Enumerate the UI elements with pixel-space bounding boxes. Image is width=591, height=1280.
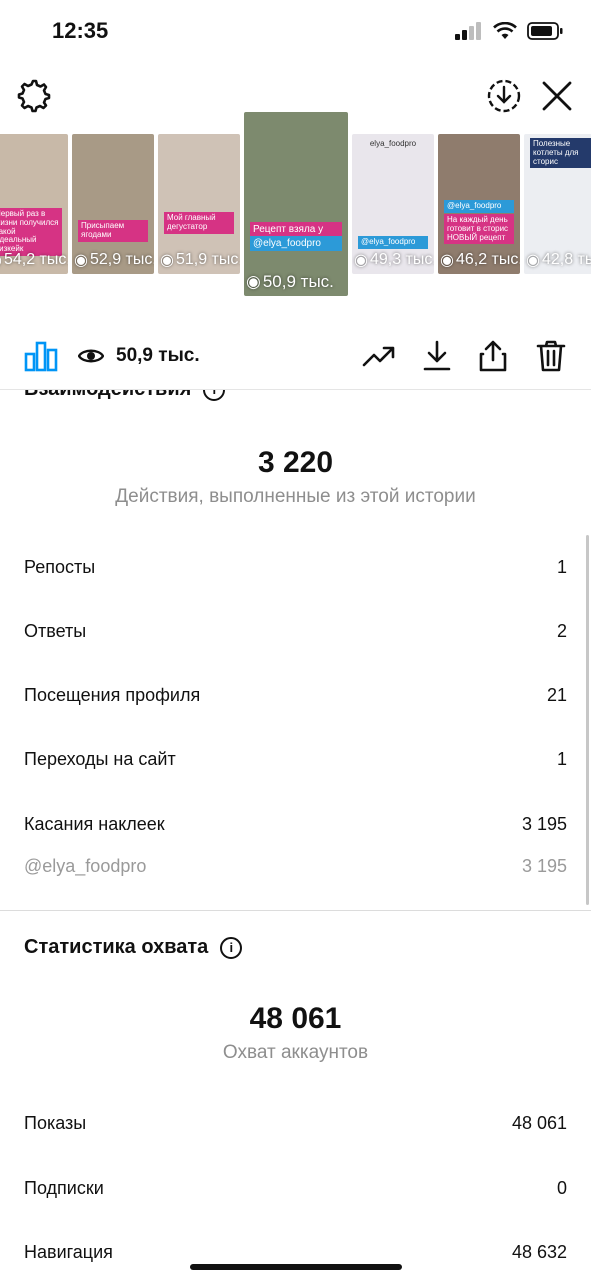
stat-row-navigation: Навигация 48 632 [24, 1242, 567, 1262]
views-count: 50,9 тыс. [78, 338, 200, 374]
bar-chart-icon [24, 341, 58, 372]
stat-row-profile-visits: Посещения профиля 21 [24, 685, 567, 705]
thumb-caption: Мой главный дегустатор [164, 212, 234, 234]
stat-row-impressions: Показы 48 061 [24, 1113, 567, 1133]
eye-icon: ◉ [354, 252, 368, 269]
story-thumb-selected[interactable]: Рецепт взяла у Эли @elya_foodpro ◉50,9 т… [244, 112, 348, 296]
selection-pointer [283, 300, 311, 314]
reach-subtitle: Охват аккаунтов [222, 1042, 369, 1063]
interactions-total: 3 220 [257, 446, 334, 479]
eye-icon: ◉ [440, 252, 454, 269]
interactions-subtitle: Действия, выполненные из этой истории [115, 486, 476, 507]
stat-row-follows: Подписки 0 [24, 1178, 567, 1198]
thumb-caption: elya_foodpro [369, 139, 417, 148]
story-thumb-6[interactable]: @elya_foodpro На каждый день готовит в с… [438, 134, 520, 274]
insights-toolbar: 50,9 тыс. [0, 322, 591, 390]
thumb-tag: @elya_foodpro [358, 236, 428, 249]
download-icon [423, 340, 451, 371]
gear-icon [17, 79, 51, 113]
settings-button[interactable] [16, 78, 52, 114]
home-indicator[interactable] [190, 1264, 402, 1270]
thumb-views: ◉54,2 тыс. [0, 250, 68, 270]
battery-icon [527, 22, 563, 40]
eye-icon: ◉ [526, 252, 540, 269]
insights-tab[interactable] [24, 338, 58, 374]
story-thumb-3[interactable]: Мой главный дегустатор ◉ 51,9 тыс. [158, 134, 240, 274]
download-archive-button[interactable] [486, 78, 522, 114]
trending-up-icon [362, 346, 395, 367]
stat-row-replies: Ответы 2 [24, 621, 567, 641]
thumb-views: ◉ 50,9 тыс. [246, 272, 334, 291]
status-icons [455, 22, 563, 40]
status-time: 12:35 [52, 18, 109, 43]
story-thumb-2[interactable]: Присыпаем ягодами ◉ 52,9 тыс. [72, 134, 154, 274]
thumb-views: ◉ 52,9 тыс. [74, 251, 154, 269]
eye-icon: ◉ [0, 250, 2, 270]
thumb-caption: Присыпаем ягодами [78, 220, 148, 242]
thumb-tag: @elya_foodpro [250, 236, 342, 251]
close-icon [542, 81, 572, 111]
story-thumb-1[interactable]: Первый раз в жизни получился такой идеал… [0, 134, 68, 274]
wifi-icon [493, 22, 517, 39]
stat-row-reposts: Репосты 1 [24, 557, 567, 577]
reach-section-title: Статистика охвата i [24, 936, 243, 959]
trash-icon [536, 340, 566, 372]
info-icon[interactable]: i [220, 936, 243, 959]
download-button[interactable] [422, 338, 452, 374]
reach-total: 48 061 [249, 1002, 342, 1035]
stat-row-website-clicks: Переходы на сайт 1 [24, 749, 567, 769]
eye-icon: ◉ [74, 252, 88, 269]
stat-row-mention-sticker: @elya_foodpro 3 195 [24, 856, 567, 876]
views-count-label: 50,9 тыс. [116, 345, 200, 366]
download-circle-icon [487, 79, 521, 113]
thumb-caption: На каждый день готовит в сторис НОВЫЙ ре… [444, 214, 514, 245]
eye-icon [78, 349, 104, 363]
section-divider [0, 910, 591, 911]
status-bar: 12:35 [0, 0, 591, 62]
eye-icon: ◉ [246, 272, 261, 291]
thumb-views: ◉42,8 тыс. [526, 251, 591, 269]
thumb-views: ◉ 49,3 тыс. [354, 251, 434, 269]
delete-button[interactable] [536, 338, 566, 374]
promote-button[interactable] [362, 338, 396, 374]
scrollbar[interactable] [586, 535, 589, 905]
story-thumb-5[interactable]: elya_foodpro @elya_foodpro ◉ 49,3 тыс. [352, 134, 434, 274]
thumb-caption: Полезные котлеты для сторис [530, 138, 591, 169]
eye-icon: ◉ [160, 252, 174, 269]
close-button[interactable] [539, 78, 575, 114]
stat-row-sticker-taps: Касания наклеек 3 195 [24, 814, 567, 834]
story-thumb-7[interactable]: Полезные котлеты для сторис ◉42,8 тыс. [524, 134, 591, 274]
thumb-tag: @elya_foodpro [444, 200, 514, 213]
story-thumbnails: Первый раз в жизни получился такой идеал… [0, 112, 591, 298]
thumb-views: ◉ 51,9 тыс. [160, 251, 240, 269]
thumb-views: ◉ 46,2 тыс. [440, 251, 520, 269]
share-icon [479, 340, 507, 372]
share-button[interactable] [478, 338, 508, 374]
signal-icon [455, 22, 481, 40]
thumb-caption: Первый раз в жизни получился такой идеал… [0, 208, 62, 256]
